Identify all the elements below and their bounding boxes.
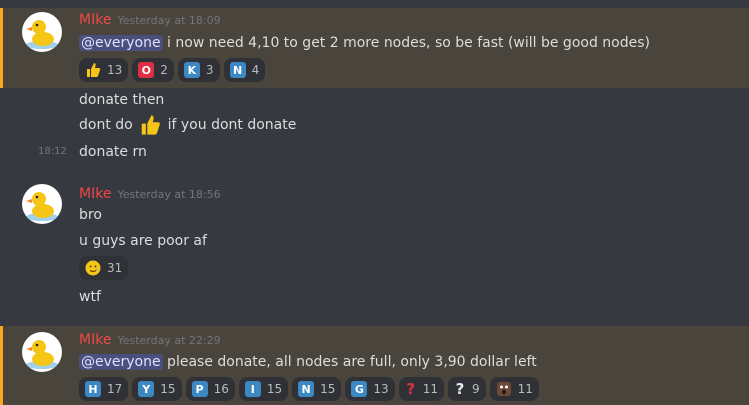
reaction-count: 11 bbox=[517, 382, 533, 396]
reaction-red-question-mark[interactable]: ? 11 bbox=[398, 377, 444, 401]
message-text: donate rn bbox=[79, 144, 147, 160]
letter-o-icon: O bbox=[138, 62, 155, 78]
message-text: u guys are poor af bbox=[79, 233, 207, 249]
message-text: dont do if you dont donate bbox=[79, 114, 296, 136]
message-text: @everyone i now need 4,10 to get 2 more … bbox=[79, 33, 650, 53]
message-content: please donate, all nodes are full, only … bbox=[162, 354, 537, 370]
message-content: i now need 4,10 to get 2 more nodes, so … bbox=[162, 35, 650, 51]
reaction-count: 13 bbox=[107, 63, 123, 77]
timestamp: Yesterday at 18:09 bbox=[117, 14, 221, 27]
side-timestamp: 18:12 bbox=[38, 146, 67, 157]
letter-n-icon: N bbox=[229, 62, 246, 78]
smiling-tear-face-icon bbox=[85, 260, 101, 276]
reaction-count: 4 bbox=[251, 63, 260, 77]
message-content: dont do bbox=[79, 117, 138, 133]
reaction-count: 11 bbox=[422, 382, 438, 396]
reaction-letter-g[interactable]: G 13 bbox=[345, 377, 395, 401]
message-text: @everyone please donate, all nodes are f… bbox=[79, 352, 537, 372]
reaction-letter-h[interactable]: H 17 bbox=[79, 377, 129, 401]
reaction-count: 15 bbox=[320, 382, 336, 396]
duck-icon bbox=[26, 340, 58, 369]
timestamp: Yesterday at 18:56 bbox=[117, 188, 221, 201]
avatar[interactable] bbox=[22, 184, 62, 224]
username[interactable]: MIke bbox=[79, 12, 111, 28]
mention-everyone[interactable]: @everyone bbox=[79, 354, 163, 370]
reaction-count: 3 bbox=[205, 63, 214, 77]
reaction-thumbs-up[interactable]: 13 bbox=[79, 58, 129, 82]
reaction-count: 17 bbox=[107, 382, 123, 396]
letter-p-icon: P bbox=[191, 381, 208, 397]
duck-icon bbox=[26, 192, 58, 221]
reactions-bar: 13 O 2 K 3 N 4 bbox=[79, 58, 266, 82]
reaction-wow-face[interactable]: 11 bbox=[489, 377, 539, 401]
message-text: bro bbox=[79, 207, 102, 223]
thumbs-up-icon bbox=[141, 115, 161, 135]
username[interactable]: MIke bbox=[79, 186, 111, 202]
reactions-bar: H 17 Y 15 P 16 I 15 N 15 G 13 ? 11 ? 9 1… bbox=[79, 377, 539, 401]
letter-n-icon: N bbox=[298, 381, 315, 397]
reaction-letter-n[interactable]: N 15 bbox=[292, 377, 342, 401]
reaction-count: 2 bbox=[160, 63, 168, 77]
letter-y-icon: Y bbox=[138, 381, 155, 397]
red-question-mark-icon: ? bbox=[406, 380, 416, 398]
mention-everyone[interactable]: @everyone bbox=[79, 35, 163, 51]
message-highlighted: MIke Yesterday at 22:29 @everyone please … bbox=[0, 326, 749, 405]
reaction-letter-n[interactable]: N 4 bbox=[223, 58, 266, 82]
message-content: if you dont donate bbox=[163, 117, 297, 133]
letter-k-icon: K bbox=[183, 62, 200, 78]
reaction-letter-p[interactable]: P 16 bbox=[185, 377, 235, 401]
reaction-letter-i[interactable]: I 15 bbox=[238, 377, 289, 401]
timestamp: Yesterday at 22:29 bbox=[117, 334, 221, 347]
reaction-count: 13 bbox=[373, 382, 389, 396]
reaction-letter-o[interactable]: O 2 bbox=[132, 58, 174, 82]
reaction-count: 31 bbox=[107, 261, 123, 275]
duck-icon bbox=[26, 20, 58, 49]
message-highlighted: MIke Yesterday at 18:09 @everyone i now n… bbox=[0, 8, 749, 88]
reaction-count: 15 bbox=[266, 382, 283, 396]
white-question-mark-icon: ? bbox=[455, 380, 465, 398]
reaction-count: 9 bbox=[471, 382, 480, 396]
reaction-white-question-mark[interactable]: ? 9 bbox=[447, 377, 486, 401]
message-text: donate then bbox=[79, 92, 165, 108]
letter-h-icon: H bbox=[85, 381, 101, 397]
reaction-letter-k[interactable]: K 3 bbox=[177, 58, 220, 82]
letter-g-icon: G bbox=[351, 381, 368, 397]
message-text: wtf bbox=[79, 289, 101, 305]
thumbs-up-icon bbox=[85, 62, 101, 78]
reaction-count: 15 bbox=[160, 382, 176, 396]
avatar[interactable] bbox=[22, 332, 62, 372]
letter-i-icon: I bbox=[244, 381, 261, 397]
reaction-smiling-tear-face[interactable]: 31 bbox=[79, 256, 129, 280]
reaction-count: 16 bbox=[213, 382, 229, 396]
reaction-letter-y[interactable]: Y 15 bbox=[132, 377, 182, 401]
username[interactable]: MIke bbox=[79, 332, 111, 348]
reactions-bar: 31 bbox=[79, 256, 129, 280]
wow-face-icon bbox=[496, 381, 512, 397]
avatar[interactable] bbox=[22, 12, 62, 52]
